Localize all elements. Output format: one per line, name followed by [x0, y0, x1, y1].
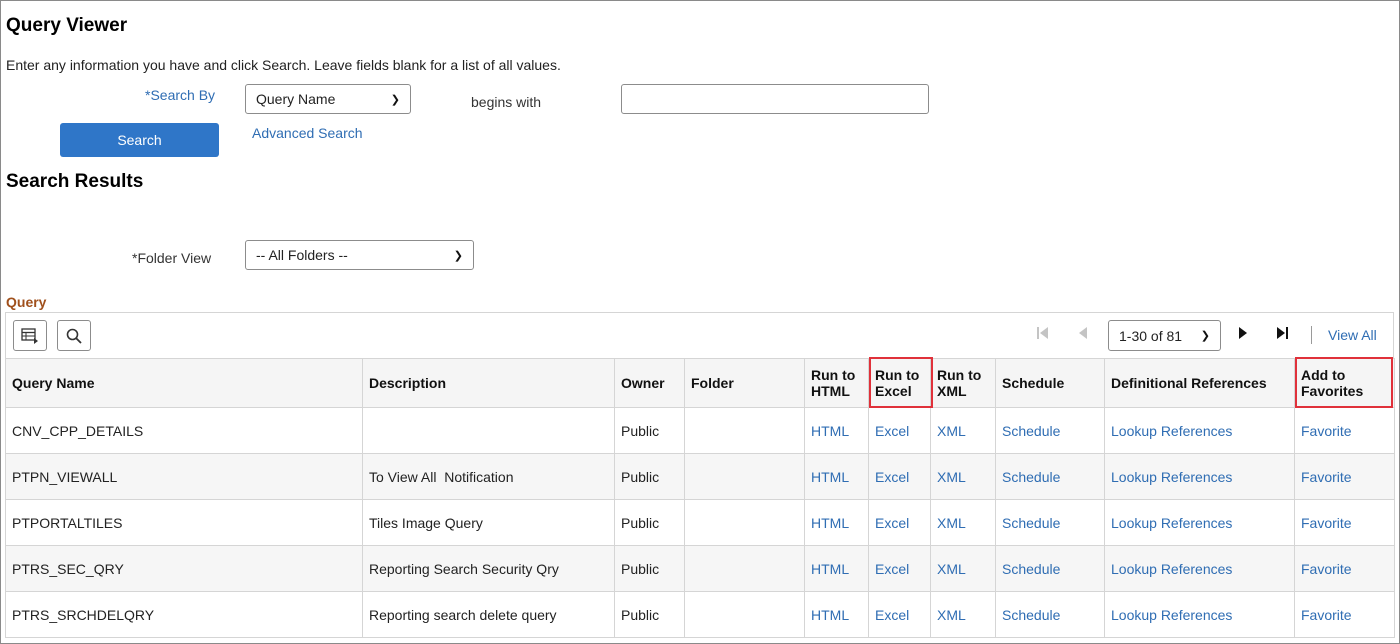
run-html-link[interactable]: HTML: [811, 561, 849, 577]
run-xml-link[interactable]: XML: [937, 561, 966, 577]
lookup-references-link[interactable]: Lookup References: [1111, 607, 1232, 623]
schedule-link[interactable]: Schedule: [1002, 469, 1060, 485]
schedule-link[interactable]: Schedule: [1002, 515, 1060, 531]
owner-cell: Public: [614, 545, 685, 592]
folder-cell: [684, 591, 805, 638]
favorite-link[interactable]: Favorite: [1301, 469, 1352, 485]
query-name-cell: PTPN_VIEWALL: [5, 453, 363, 500]
description-cell: [362, 407, 615, 454]
page-range-value: 1-30 of 81: [1119, 327, 1183, 344]
run-to-excel-highlight: [869, 357, 933, 408]
query-name-cell: PTPORTALTILES: [5, 499, 363, 546]
run-excel-link[interactable]: Excel: [875, 561, 909, 577]
col-header-query-name[interactable]: Query Name: [5, 358, 363, 408]
folder-cell: [684, 453, 805, 500]
owner-cell: Public: [614, 499, 685, 546]
query-viewer-page: Query Viewer Enter any information you h…: [0, 0, 1400, 644]
run-excel-link[interactable]: Excel: [875, 515, 909, 531]
instructions-text: Enter any information you have and click…: [6, 57, 561, 73]
find-in-grid-button[interactable]: [57, 320, 91, 351]
run-excel-link[interactable]: Excel: [875, 469, 909, 485]
first-page-icon[interactable]: [1037, 326, 1049, 344]
search-by-value: Query Name: [256, 91, 336, 107]
table-row: PTRS_SEC_QRY Reporting Search Security Q…: [5, 545, 1395, 592]
operator-text: begins with: [471, 94, 542, 110]
run-html-link[interactable]: HTML: [811, 607, 849, 623]
schedule-link[interactable]: Schedule: [1002, 607, 1060, 623]
col-header-definitional-references: Definitional References: [1104, 358, 1295, 408]
run-excel-link[interactable]: Excel: [875, 423, 909, 439]
table-row: CNV_CPP_DETAILS Public HTML Excel XML Sc…: [5, 407, 1395, 454]
chevron-down-icon: ❯: [453, 249, 463, 262]
query-results-table: Query Name Description Owner Folder Run …: [5, 358, 1395, 638]
owner-cell: Public: [614, 591, 685, 638]
lookup-references-link[interactable]: Lookup References: [1111, 561, 1232, 577]
favorite-link[interactable]: Favorite: [1301, 561, 1352, 577]
page-range-select[interactable]: 1-30 of 81 ❯: [1108, 320, 1221, 351]
search-button[interactable]: Search: [60, 123, 219, 157]
view-all-link[interactable]: View All: [1328, 327, 1377, 343]
grid-settings-icon: [21, 327, 38, 344]
query-name-cell: PTRS_SEC_QRY: [5, 545, 363, 592]
run-xml-link[interactable]: XML: [937, 469, 966, 485]
folder-cell: [684, 545, 805, 592]
last-page-icon[interactable]: [1276, 326, 1288, 344]
search-results-title: Search Results: [6, 171, 144, 192]
schedule-link[interactable]: Schedule: [1002, 561, 1060, 577]
folder-view-label: *Folder View: [132, 250, 212, 266]
search-by-label: *Search By: [145, 87, 216, 103]
query-name-cell: CNV_CPP_DETAILS: [5, 407, 363, 454]
add-to-favorites-highlight: [1295, 357, 1393, 408]
favorite-link[interactable]: Favorite: [1301, 607, 1352, 623]
search-by-select[interactable]: Query Name ❯: [245, 84, 411, 114]
run-xml-link[interactable]: XML: [937, 515, 966, 531]
description-cell: Reporting Search Security Qry: [362, 545, 615, 592]
folder-cell: [684, 407, 805, 454]
grid-toolbar: 1-30 of 81 ❯ View All: [5, 312, 1394, 359]
table-header-row: Query Name Description Owner Folder Run …: [5, 358, 1395, 408]
run-html-link[interactable]: HTML: [811, 469, 849, 485]
folder-view-value: -- All Folders --: [256, 247, 348, 263]
run-html-link[interactable]: HTML: [811, 423, 849, 439]
lookup-references-link[interactable]: Lookup References: [1111, 423, 1232, 439]
next-page-icon[interactable]: [1238, 326, 1248, 344]
col-header-owner[interactable]: Owner: [614, 358, 685, 408]
table-row: PTRS_SRCHDELQRY Reporting search delete …: [5, 591, 1395, 638]
col-header-description[interactable]: Description: [362, 358, 615, 408]
pager-divider: [1311, 326, 1312, 344]
table-row: PTPORTALTILES Tiles Image Query Public H…: [5, 499, 1395, 546]
favorite-link[interactable]: Favorite: [1301, 423, 1352, 439]
favorite-link[interactable]: Favorite: [1301, 515, 1352, 531]
personalize-grid-button[interactable]: [13, 320, 47, 351]
col-header-run-xml: Run to XML: [930, 358, 996, 408]
col-header-run-html: Run to HTML: [804, 358, 869, 408]
run-xml-link[interactable]: XML: [937, 607, 966, 623]
col-header-schedule: Schedule: [995, 358, 1105, 408]
description-cell: Reporting search delete query: [362, 591, 615, 638]
owner-cell: Public: [614, 407, 685, 454]
description-cell: To View All Notification: [362, 453, 615, 500]
col-header-folder[interactable]: Folder: [684, 358, 805, 408]
chevron-down-icon: ❯: [390, 93, 400, 106]
folder-view-select[interactable]: -- All Folders -- ❯: [245, 240, 474, 270]
previous-page-icon[interactable]: [1078, 326, 1088, 344]
grid-title: Query: [6, 294, 47, 310]
run-xml-link[interactable]: XML: [937, 423, 966, 439]
schedule-link[interactable]: Schedule: [1002, 423, 1060, 439]
owner-cell: Public: [614, 453, 685, 500]
chevron-down-icon: ❯: [1200, 330, 1210, 342]
folder-cell: [684, 499, 805, 546]
description-cell: Tiles Image Query: [362, 499, 615, 546]
run-excel-link[interactable]: Excel: [875, 607, 909, 623]
search-input[interactable]: [621, 84, 929, 114]
advanced-search-link[interactable]: Advanced Search: [252, 125, 363, 141]
search-icon: [66, 328, 82, 344]
table-row: PTPN_VIEWALL To View All Notification Pu…: [5, 453, 1395, 500]
lookup-references-link[interactable]: Lookup References: [1111, 469, 1232, 485]
page-title: Query Viewer: [6, 15, 128, 36]
query-name-cell: PTRS_SRCHDELQRY: [5, 591, 363, 638]
run-html-link[interactable]: HTML: [811, 515, 849, 531]
lookup-references-link[interactable]: Lookup References: [1111, 515, 1232, 531]
